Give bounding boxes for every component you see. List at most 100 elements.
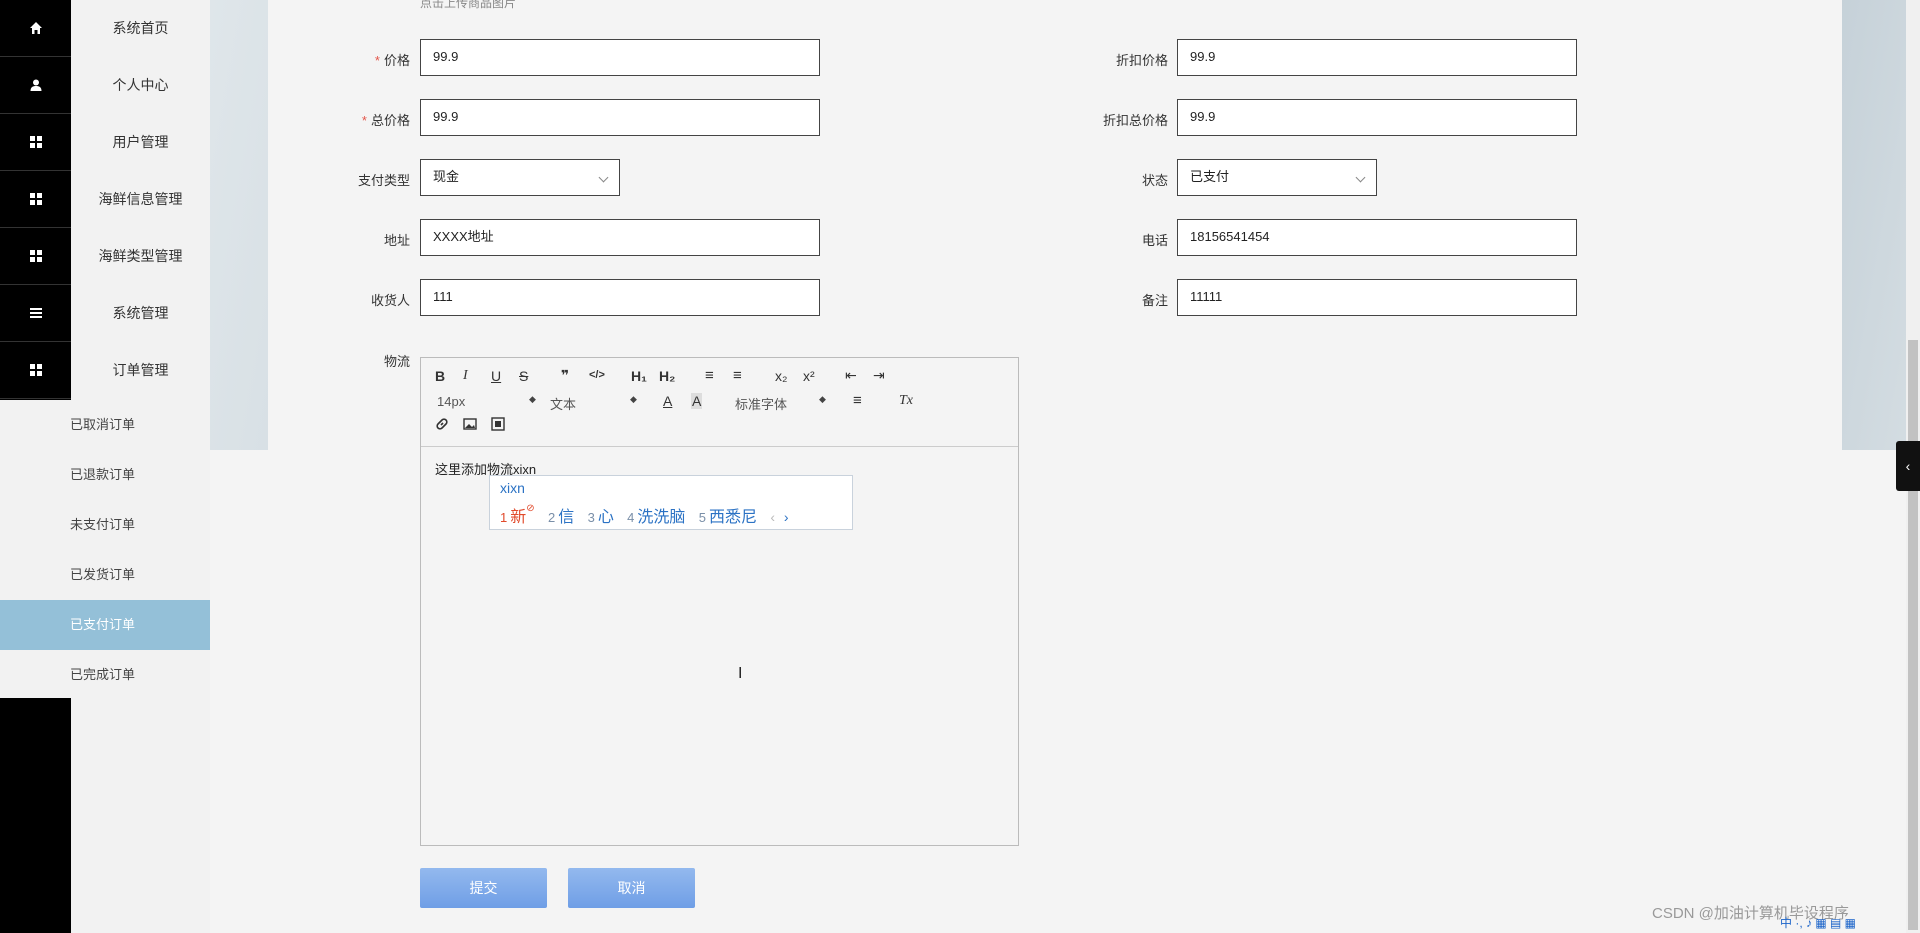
font-family-value: 标准字体 [735,397,788,412]
underline-button[interactable]: U [491,368,501,384]
ordered-list-button[interactable]: ≡ [705,367,714,384]
sidebar-menu-column-lower [71,698,210,933]
logistics-label: 物流 [383,354,410,369]
clear-format-button[interactable]: Tx [899,393,913,409]
ime-candidate[interactable]: 5 西悉尼 [699,509,757,526]
user-icon [0,57,71,114]
sidebar-item-label: 用户管理 [112,134,169,150]
blockquote-button[interactable]: ❞ [561,367,569,384]
ime-candidate-window: xixn 1 新⊘ 2信 3心 4 洗洗脑 5 西悉尼 ‹ › [489,475,853,530]
orders-submenu: 已取消订单 已退款订单 未支付订单 已发货订单 已支付订单 已完成订单 [0,400,210,698]
chevron-down-icon [1355,172,1366,183]
submenu-item-completed[interactable]: 已完成订单 [0,650,210,700]
receiver-input[interactable]: 111 [420,279,820,316]
sidebar-item-users[interactable]: 用户管理 [0,114,210,171]
address-label: 地址 [383,233,410,248]
video-icon[interactable] [491,417,505,431]
ime-candidate[interactable]: 1 新⊘ [500,503,535,526]
grid-icon [0,171,71,228]
grid-icon [0,228,71,285]
ime-prev-icon[interactable]: ‹ [770,509,775,525]
upload-hint: 点击上传商品图片 [420,0,517,10]
list-icon [0,285,71,342]
pay-type-value: 现金 [433,169,460,184]
text-color-button[interactable]: A [663,393,672,409]
grid-icon [0,342,71,399]
discount-price-input[interactable]: 99.9 [1177,39,1577,76]
submenu-item-unpaid[interactable]: 未支付订单 [0,500,210,550]
up-down-icon: ◆ [529,394,536,404]
ime-candidates: 1 新⊘ 2信 3心 4 洗洗脑 5 西悉尼 ‹ › [500,503,789,527]
ime-candidate[interactable]: 2信 [548,509,574,526]
phone-input[interactable]: 18156541454 [1177,219,1577,256]
ime-candidate[interactable]: 4 洗洗脑 [627,509,685,526]
sidebar-item-label: 海鲜信息管理 [98,191,183,207]
italic-button[interactable]: I [463,368,468,384]
price-label: * 价格 [374,53,410,68]
discount-price-label: 折扣价格 [1115,53,1168,68]
bullet-list-button[interactable]: ≡ [733,367,742,384]
price-input[interactable]: 99.9 [420,39,820,76]
status-select[interactable]: 已支付 [1177,159,1377,196]
code-block-button[interactable]: </> [589,369,605,381]
sidebar-item-seafood-info[interactable]: 海鲜信息管理 [0,171,210,228]
subscript-button[interactable]: x₂ [775,368,787,384]
ime-tray[interactable]: 中 ·, ♪ ▦ ▤ ▦ [1780,914,1856,931]
submenu-item-refunded[interactable]: 已退款订单 [0,450,210,500]
ime-next-icon[interactable]: › [784,509,789,525]
home-icon [0,0,71,57]
align-button[interactable]: ≡ [853,392,862,409]
sidebar-item-label: 海鲜类型管理 [98,248,183,264]
strike-button[interactable]: S [519,368,528,384]
sidebar-item-home[interactable]: 系统首页 [0,0,210,57]
remark-input[interactable]: 11111 [1177,279,1577,316]
outdent-button[interactable]: ⇤ [845,367,857,384]
sidebar-item-label: 订单管理 [112,362,169,378]
format-value: 文本 [550,397,577,412]
pay-type-label: 支付类型 [357,173,410,188]
up-down-icon: ◆ [819,394,826,404]
up-down-icon: ◆ [630,394,637,404]
sidebar-item-label: 系统首页 [112,20,169,36]
header2-button[interactable]: H₂ [659,368,675,384]
total-price-label: * 总价格 [361,113,410,128]
bold-button[interactable]: B [435,368,445,384]
superscript-button[interactable]: x² [803,368,815,384]
sidebar-item-system[interactable]: 系统管理 [0,285,210,342]
discount-total-price-label: 折扣总价格 [1102,113,1168,128]
pay-type-select[interactable]: 现金 [420,159,620,196]
discount-total-price-input[interactable]: 99.9 [1177,99,1577,136]
status-value: 已支付 [1190,169,1230,184]
cancel-button[interactable]: 取消 [568,868,695,908]
header1-button[interactable]: H₁ [631,368,647,384]
address-input[interactable]: XXXX地址 [420,219,820,256]
chevron-left-icon[interactable]: ‹ [1896,441,1920,491]
chevron-down-icon [598,172,609,183]
grid-icon [0,114,71,171]
phone-label: 电话 [1141,233,1168,248]
format-select[interactable]: 文本 ◆ [550,394,637,413]
font-family-select[interactable]: 标准字体 ◆ [735,394,826,413]
image-icon[interactable] [463,417,477,431]
submenu-item-paid[interactable]: 已支付订单 [0,600,210,650]
sidebar-item-orders[interactable]: 订单管理 [0,342,210,399]
sidebar-item-profile[interactable]: 个人中心 [0,57,210,114]
indent-button[interactable]: ⇥ [873,367,885,384]
total-price-input[interactable]: 99.9 [420,99,820,136]
ime-composition: xixn [500,480,525,496]
text-cursor-icon: I [738,665,743,682]
scrollbar-thumb[interactable] [1908,340,1918,930]
sidebar-item-label: 个人中心 [112,77,169,93]
check-icon: ⊘ [526,503,535,514]
submit-button[interactable]: 提交 [420,868,547,908]
background-color-button[interactable]: A [691,393,703,409]
link-icon[interactable] [435,417,449,431]
logistics-editor[interactable]: B I U S ❞ </> H₁ H₂ ≡ ≡ x₂ x² ⇤ ⇥ 14px ◆… [420,357,1019,846]
submenu-item-cancelled[interactable]: 已取消订单 [0,400,210,450]
font-size-value: 14px [437,394,466,409]
sidebar-item-label: 系统管理 [112,305,169,321]
submenu-item-shipped[interactable]: 已发货订单 [0,550,210,600]
ime-candidate[interactable]: 3心 [588,509,614,526]
sidebar-item-seafood-type[interactable]: 海鲜类型管理 [0,228,210,285]
font-size-select[interactable]: 14px ◆ [437,394,536,409]
